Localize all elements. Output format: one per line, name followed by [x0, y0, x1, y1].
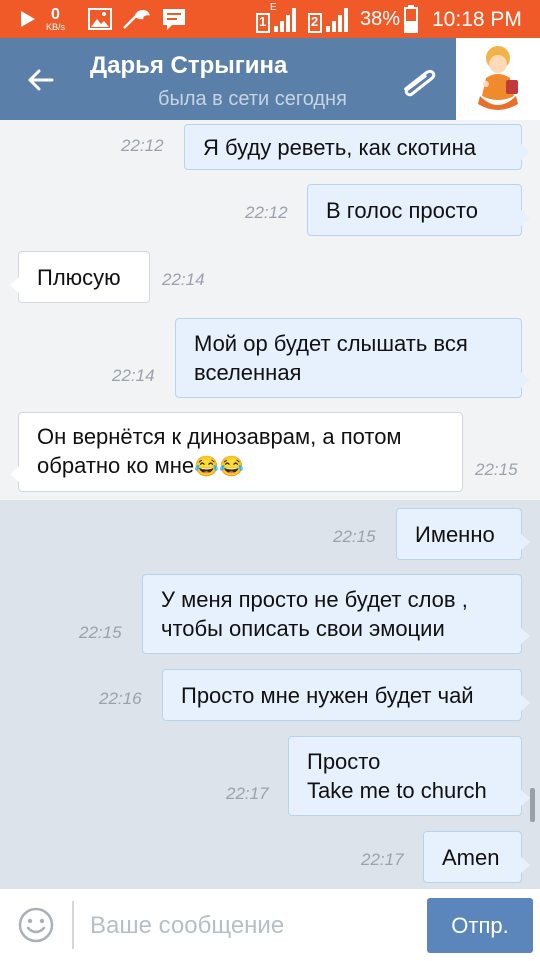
- message-time: 22:14: [162, 270, 205, 289]
- outgoing-message[interactable]: В голос просто: [307, 184, 530, 236]
- message-time: 22:14: [112, 366, 155, 385]
- message-text-line-1: Мой ор будет слышать вся: [194, 331, 468, 356]
- network-speed-unit: KB/s: [46, 21, 66, 32]
- sim1-network-type: E: [270, 2, 277, 13]
- contact-name[interactable]: Дарья Стрыгина: [90, 52, 287, 80]
- message-time: 22:12: [245, 203, 288, 222]
- gallery-icon: [88, 0, 112, 38]
- outgoing-message[interactable]: У меня просто не будет слов , чтобы опис…: [142, 574, 530, 654]
- battery-icon: [404, 0, 418, 38]
- message-time: 22:16: [99, 689, 142, 708]
- tears-of-joy-emoji: 😂😂: [194, 456, 244, 478]
- clock: 10:18 PM: [432, 8, 522, 31]
- message-time: 22:17: [226, 784, 269, 803]
- last-seen-status: была в сети сегодня: [158, 88, 347, 110]
- message-text-line-1: У меня просто не будет слов ,: [161, 587, 468, 612]
- tools-icon: [122, 0, 150, 38]
- composer-divider: [72, 901, 74, 949]
- contact-avatar[interactable]: [456, 38, 540, 120]
- message-text-line-2: Take me to church: [307, 778, 487, 803]
- message-text-line-1: Он вернётся к динозаврам, а потом: [37, 424, 402, 449]
- message-time: 22:17: [361, 850, 404, 869]
- sim1-label: 1: [259, 14, 267, 29]
- outgoing-message[interactable]: Просто Take me to church: [288, 736, 530, 816]
- paperclip-icon: [404, 69, 436, 97]
- scrollbar[interactable]: [530, 788, 535, 822]
- outgoing-message[interactable]: Просто мне нужен будет чай: [162, 669, 530, 721]
- message-text: Просто мне нужен будет чай: [181, 682, 474, 708]
- message-text: Я буду реветь, как скотина: [203, 134, 476, 160]
- incoming-message[interactable]: Плюсую: [10, 251, 150, 303]
- battery-percent: 38%: [360, 8, 401, 30]
- arrow-left-icon: [28, 69, 54, 91]
- incoming-message[interactable]: Он вернётся к динозаврам, а потом обратн…: [10, 412, 463, 492]
- message-input[interactable]: [90, 903, 410, 949]
- message-icon: [162, 0, 186, 38]
- message-text: В голос просто: [326, 197, 478, 223]
- send-button[interactable]: Отпр.: [427, 898, 533, 953]
- smiley-icon: [18, 907, 54, 943]
- avatar-image: [478, 46, 518, 110]
- message-text-line-1: Просто: [307, 749, 381, 774]
- message-text: Плюсую: [37, 264, 121, 290]
- message-time: 22:15: [475, 460, 518, 479]
- message-text: Amen: [442, 844, 500, 870]
- attach-button[interactable]: [392, 56, 444, 108]
- back-button[interactable]: [18, 62, 62, 98]
- composer: Отпр.: [0, 888, 540, 961]
- message-text: обратно ко мне: [37, 453, 195, 478]
- status-bar: 0 KB/s 1 E 2 38% 10:18 PM: [0, 0, 540, 38]
- network-speed-value: 0: [51, 5, 60, 23]
- network-speed: 0 KB/s: [46, 0, 65, 38]
- message-text-line-2: вселенная: [194, 360, 302, 385]
- outgoing-message[interactable]: Amen: [423, 831, 530, 883]
- sim2-label: 2: [311, 14, 319, 29]
- outgoing-message[interactable]: Я буду реветь, как скотина: [184, 124, 530, 170]
- message-time: 22:15: [333, 527, 376, 546]
- message-text-line-2: чтобы описать свои эмоции: [161, 616, 445, 641]
- message-list[interactable]: 22:12 Я буду реветь, как скотина 22:12 В…: [0, 120, 540, 888]
- message-text: Именно: [415, 521, 495, 547]
- outgoing-message[interactable]: Именно: [396, 508, 530, 560]
- message-time: 22:12: [121, 136, 164, 155]
- outgoing-message[interactable]: Мой ор будет слышать вся вселенная: [175, 318, 530, 398]
- emoji-button[interactable]: [16, 905, 56, 945]
- message-text-line-2: обратно ко мне😂😂: [37, 451, 444, 482]
- message-time: 22:15: [79, 623, 122, 642]
- play-icon: [20, 0, 36, 38]
